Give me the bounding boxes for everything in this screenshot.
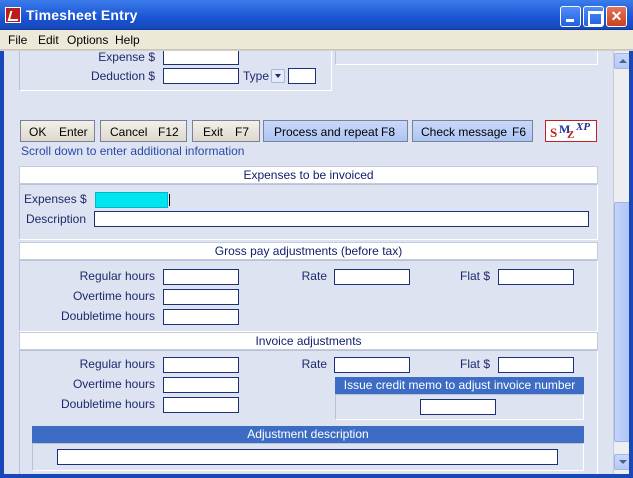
adjustment-description-field[interactable] — [57, 449, 558, 465]
menu-options[interactable]: Options — [67, 33, 108, 47]
expenses-field[interactable] — [95, 192, 170, 208]
process-repeat-button[interactable]: Process and repeat F8 — [263, 120, 408, 142]
gp-doubletime-hours-field[interactable] — [163, 309, 239, 325]
ia-doubletime-hours-field[interactable] — [163, 397, 239, 413]
ok-button[interactable]: OK Enter — [20, 120, 95, 142]
maximize-button[interactable] — [583, 6, 604, 27]
gross-pay-header: Gross pay adjustments (before tax) — [19, 242, 598, 260]
gp-overtime-hours-field[interactable] — [163, 289, 239, 305]
ia-flat-label: Flat $ — [459, 357, 490, 371]
deduction-field[interactable] — [163, 68, 239, 84]
title-bar: Timesheet Entry ✕ — [0, 0, 633, 30]
menu-edit[interactable]: Edit — [38, 33, 59, 47]
process-repeat-key: F8 — [381, 125, 396, 139]
ok-button-key: Enter — [59, 125, 88, 139]
scroll-down-icon[interactable] — [614, 454, 630, 470]
ia-rate-field[interactable] — [334, 357, 410, 373]
scroll-up-icon[interactable] — [614, 53, 630, 69]
credit-memo-header: Issue credit memo to adjust invoice numb… — [335, 377, 584, 394]
description-label: Description — [25, 212, 86, 226]
menu-help[interactable]: Help — [115, 33, 140, 47]
ia-regular-hours-field[interactable] — [163, 357, 239, 373]
ia-doubletime-hours-label: Doubletime hours — [60, 397, 155, 411]
ia-regular-hours-label: Regular hours — [79, 357, 155, 371]
ia-flat-field[interactable] — [498, 357, 574, 373]
gp-rate-label: Rate — [301, 269, 327, 283]
ia-overtime-hours-field[interactable] — [163, 377, 239, 393]
gp-regular-hours-field[interactable] — [163, 269, 239, 285]
cancel-button[interactable]: Cancel F12 — [100, 120, 187, 142]
gp-overtime-hours-label: Overtime hours — [72, 289, 155, 303]
exit-button-key: F7 — [235, 125, 250, 139]
ia-overtime-hours-label: Overtime hours — [72, 377, 155, 391]
expenses-invoiced-header: Expenses to be invoiced — [19, 166, 598, 184]
exit-button-label: Exit — [203, 125, 224, 139]
scroll-thumb[interactable] — [614, 202, 630, 442]
menu-bar: File Edit Options Help — [0, 30, 633, 50]
exit-button[interactable]: Exit F7 — [192, 120, 260, 142]
expenses-label: Expenses $ — [24, 192, 87, 206]
app-icon — [5, 7, 21, 23]
description-field[interactable] — [94, 211, 589, 227]
adjustment-description-header: Adjustment description — [32, 426, 584, 443]
invoice-adjustments-header: Invoice adjustments — [19, 332, 598, 350]
ia-rate-label: Rate — [301, 357, 327, 371]
ok-button-label: OK — [29, 125, 47, 139]
close-button[interactable]: ✕ — [606, 6, 627, 27]
cancel-button-key: F12 — [158, 125, 179, 139]
check-message-button[interactable]: Check message F6 — [412, 120, 533, 142]
gp-flat-label: Flat $ — [459, 269, 490, 283]
gp-rate-field[interactable] — [334, 269, 410, 285]
type-dropdown-icon[interactable] — [271, 69, 285, 83]
credit-memo-invoice-field[interactable] — [420, 399, 496, 415]
close-icon: ✕ — [610, 8, 623, 24]
window-frame-bottom — [0, 474, 633, 478]
gp-regular-hours-label: Regular hours — [79, 269, 155, 283]
scroll-hint: Scroll down to enter additional informat… — [21, 144, 245, 158]
expense-label: Expense $ — [98, 51, 155, 64]
deduction-label: Deduction $ — [90, 69, 155, 83]
type-field[interactable] — [288, 68, 316, 84]
form-content: Expense $ Deduction $ Type OK Enter Canc… — [4, 51, 613, 474]
smxp-logo: S M Z XP — [545, 120, 597, 142]
expense-field[interactable] — [163, 51, 239, 65]
check-message-key: F6 — [512, 125, 527, 139]
type-label: Type — [243, 69, 270, 83]
window-title: Timesheet Entry — [26, 7, 138, 23]
gp-doubletime-hours-label: Doubletime hours — [60, 309, 155, 323]
window-frame-right — [629, 51, 633, 478]
menu-file[interactable]: File — [8, 33, 27, 47]
gp-flat-field[interactable] — [498, 269, 574, 285]
minimize-button[interactable] — [560, 6, 581, 27]
vertical-scrollbar[interactable] — [613, 51, 630, 474]
check-message-label: Check message — [421, 125, 508, 139]
cancel-button-label: Cancel — [110, 125, 148, 139]
process-repeat-label: Process and repeat — [274, 125, 379, 139]
right-top-panel — [335, 51, 598, 65]
